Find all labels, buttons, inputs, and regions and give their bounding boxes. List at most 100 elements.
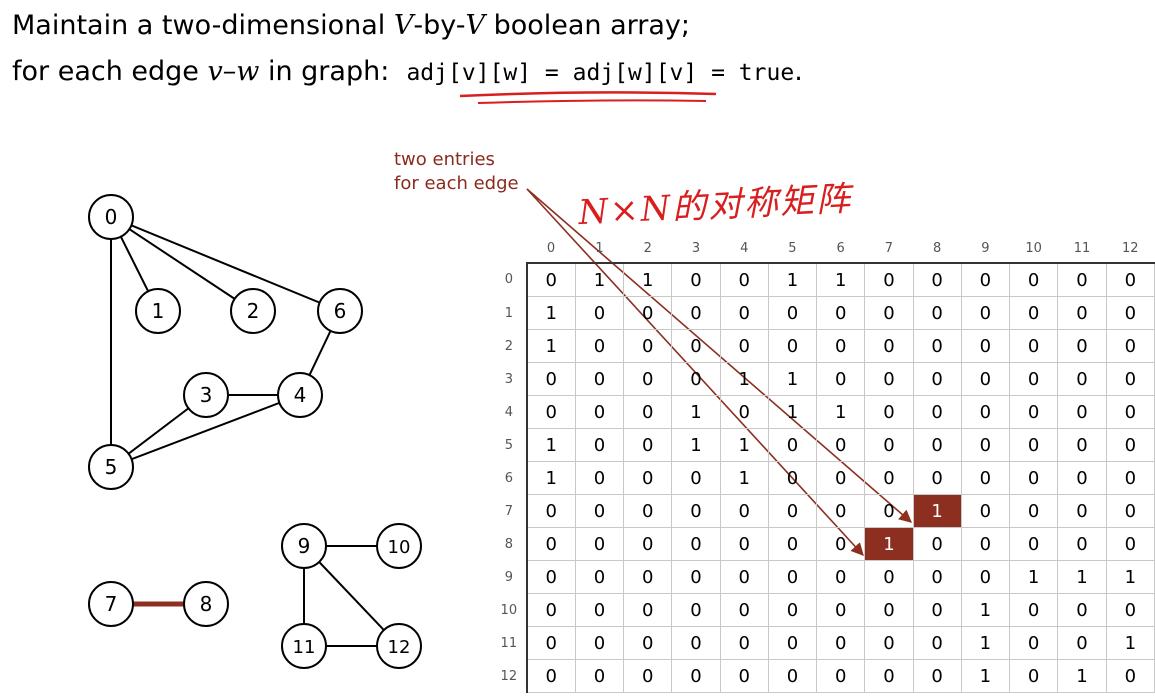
matrix-cell: 0 — [525, 262, 576, 297]
matrix-cell: 0 — [574, 494, 625, 528]
matrix-cell: 0 — [671, 362, 721, 396]
matrix-cell: 1 — [960, 593, 1011, 627]
matrix-cell: 0 — [767, 626, 818, 660]
matrix-cell: 0 — [719, 262, 769, 297]
matrix-cell: 0 — [623, 593, 673, 627]
matrix-cell: 0 — [1008, 296, 1059, 330]
matrix-cell: 0 — [767, 527, 818, 561]
matrix-column-header: 11 — [1073, 240, 1091, 256]
matrix-cell: 1 — [1008, 560, 1059, 594]
graph-vertex: 11 — [281, 623, 327, 669]
matrix-cell: 1 — [1105, 560, 1155, 594]
graph-vertex: 0 — [88, 194, 134, 240]
matrix-cell: 0 — [912, 329, 962, 363]
matrix-cell: 0 — [864, 461, 914, 495]
matrix-cell: 0 — [574, 296, 625, 330]
vertex-label: 3 — [200, 383, 213, 407]
matrix-cell: 0 — [1105, 494, 1155, 528]
matrix-column-header: 4 — [740, 240, 749, 256]
matrix-cell: 0 — [719, 329, 769, 363]
matrix-cell: 0 — [1008, 329, 1059, 363]
matrix-cell: 0 — [864, 659, 914, 693]
matrix-cell: 1 — [525, 428, 576, 462]
matrix-cell: 0 — [912, 362, 962, 396]
matrix-column-header: 8 — [933, 240, 942, 256]
matrix-cell: 0 — [719, 659, 769, 693]
matrix-cell: 0 — [671, 329, 721, 363]
matrix-cell: 0 — [960, 262, 1011, 297]
matrix-cell: 0 — [623, 626, 673, 660]
matrix-cell: 0 — [767, 494, 818, 528]
matrix-cell: 0 — [816, 659, 866, 693]
matrix-column-header: 3 — [691, 240, 701, 256]
matrix-cell: 0 — [912, 527, 962, 561]
matrix-cell: 0 — [864, 593, 914, 627]
matrix-cell: 0 — [1105, 527, 1155, 561]
matrix-cell: 0 — [912, 262, 962, 297]
graph-vertex: 10 — [376, 523, 422, 569]
matrix-cell: 1 — [719, 428, 769, 462]
matrix-cell: 0 — [864, 296, 914, 330]
underline-stroke — [477, 99, 707, 104]
matrix-cell: 1 — [864, 527, 914, 561]
matrix-cell: 0 — [671, 527, 721, 561]
matrix-cell: 0 — [960, 329, 1011, 363]
matrix-cell: 0 — [767, 461, 818, 495]
matrix-cell: 0 — [1057, 329, 1107, 363]
matrix-cell: 0 — [767, 593, 818, 627]
matrix-cell: 0 — [623, 329, 673, 363]
graph-vertex: 8 — [183, 581, 229, 627]
matrix-column-header: 1 — [595, 240, 604, 256]
matrix-corner — [492, 234, 527, 263]
matrix-cell: 0 — [767, 296, 818, 330]
matrix-cell: 0 — [525, 362, 576, 396]
matrix-cell: 0 — [1057, 395, 1107, 429]
matrix-cell: 1 — [1057, 659, 1107, 693]
matrix-cell: 0 — [671, 262, 721, 297]
matrix-cell: 0 — [574, 428, 625, 462]
matrix-row-header: 0 — [504, 272, 513, 288]
graph-vertex: 5 — [88, 444, 134, 490]
matrix-cell: 0 — [623, 560, 673, 594]
vertex-label: 12 — [388, 637, 411, 658]
vertex-label: 8 — [200, 592, 213, 616]
matrix-cell: 0 — [525, 560, 576, 594]
matrix-cell: 1 — [767, 395, 818, 429]
matrix-cell: 0 — [912, 461, 962, 495]
matrix-cell: 0 — [912, 626, 962, 660]
matrix-cell: 1 — [671, 395, 721, 429]
matrix-row: 11 0 0 0 0 0 0 0 0 0 1 0 0 1 — [492, 626, 1155, 660]
matrix-cell: 0 — [1105, 428, 1155, 462]
matrix-cell: 0 — [1057, 296, 1107, 330]
matrix-row-header: 3 — [504, 371, 513, 387]
matrix-cell: 0 — [767, 329, 818, 363]
matrix-cell: 0 — [1008, 626, 1059, 660]
matrix-cell: 0 — [864, 395, 914, 429]
matrix-cell: 0 — [960, 296, 1011, 330]
vertex-label: 2 — [247, 299, 260, 323]
matrix-cell: 0 — [1008, 527, 1059, 561]
matrix-cell: 0 — [623, 461, 673, 495]
matrix-row: 80000000100000 — [492, 527, 1155, 561]
matrix-cell: 0 — [1105, 329, 1155, 363]
matrix-row-header: 7 — [504, 503, 513, 519]
matrix-cell: 1 — [719, 362, 769, 396]
adjacency-matrix: 0 1 2 3 4 5 6 7 8 9 10 11 12 00110011000000110000000… — [492, 234, 1155, 693]
matrix-cell: 1 — [767, 262, 818, 297]
vertex-label: 4 — [294, 383, 307, 407]
matrix-row: 70000000010000 — [492, 494, 1155, 528]
matrix-row-header: 6 — [504, 470, 513, 486]
graph-vertex: 3 — [183, 372, 229, 418]
matrix-cell: 0 — [671, 494, 721, 528]
matrix-column-header: 9 — [981, 240, 990, 256]
matrix-cell: 1 — [912, 494, 962, 528]
matrix-cell: 0 — [525, 626, 576, 660]
matrix-cell: 0 — [574, 461, 625, 495]
matrix-cell: 0 — [1105, 296, 1155, 330]
matrix-column-headers: 0 1 2 3 4 5 6 7 8 9 10 11 12 — [492, 234, 1155, 263]
matrix-cell: 0 — [864, 262, 914, 297]
vertex-label: 9 — [298, 534, 311, 558]
matrix-column-header: 7 — [884, 240, 894, 256]
matrix-row-header: 11 — [500, 635, 518, 651]
matrix-cell: 0 — [671, 461, 721, 495]
